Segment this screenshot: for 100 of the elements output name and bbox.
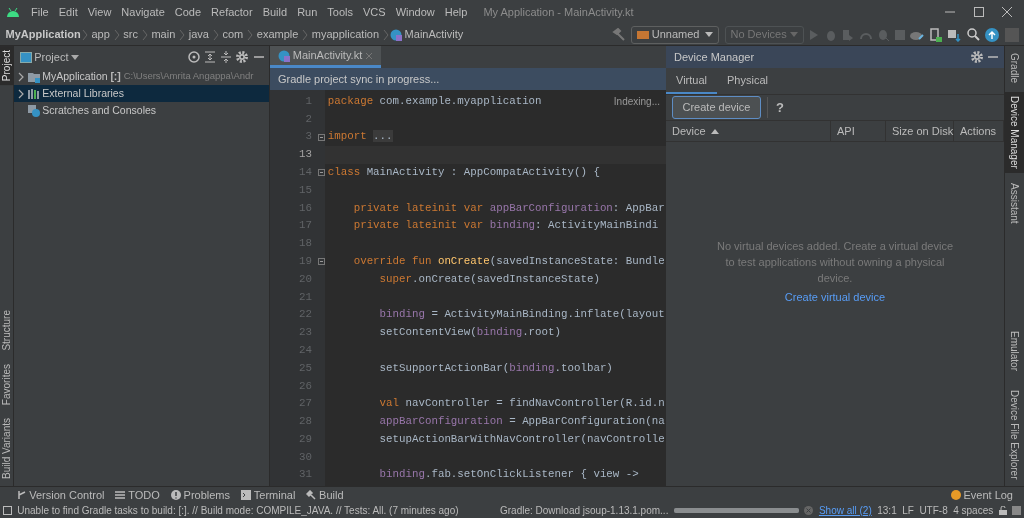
tool-window-button[interactable]: TODO (115, 486, 160, 504)
configuration-dropdown[interactable]: Unnamed (631, 25, 719, 44)
code-line: super.onCreate(savedInstanceState) (378, 271, 600, 287)
panel-title: Device Manager (674, 49, 755, 65)
library-icon (27, 87, 40, 100)
window-title: My Application - MainActivity.kt (483, 4, 634, 20)
breadcrumb-item[interactable]: example (254, 26, 302, 43)
status-label: Indexing... (613, 94, 660, 109)
panel-toggle-icon[interactable] (2, 506, 12, 515)
show-all-link[interactable]: Show all (2) (818, 503, 872, 518)
notification-banner: Gradle project sync in progress... (270, 68, 666, 90)
crosshair-icon[interactable] (187, 51, 200, 63)
tool-window-button[interactable]: Version Control (16, 486, 105, 504)
chevron-icon (246, 28, 254, 41)
folder-icon (27, 70, 40, 83)
tool-window-tab[interactable]: Project (0, 46, 13, 86)
tab[interactable]: Virtual (666, 68, 717, 94)
update-icon[interactable] (985, 27, 999, 42)
menu-item[interactable]: Tools (322, 3, 358, 21)
close-icon[interactable] (1001, 6, 1013, 18)
menu-item[interactable]: Code (169, 3, 207, 21)
hammer-icon (306, 490, 317, 500)
menu-item[interactable]: VCS (358, 3, 391, 21)
event-log-icon (950, 490, 961, 500)
code-line: private lateinit var appBarConfiguration: AppBar (352, 200, 665, 216)
file-encoding[interactable]: UTF-8 (919, 503, 948, 518)
column-header[interactable]: API (831, 121, 886, 141)
code-line: private lateinit var binding: ActivityMainBindi (352, 218, 659, 234)
status-message[interactable]: Unable to find Gradle tasks to build: [:]. // Build mode: COMPILE_JAVA. // Tests: All. (7 minutes ago) (17, 503, 459, 518)
hammer-icon[interactable] (611, 27, 626, 42)
menu-item[interactable]: Build (257, 3, 293, 21)
tool-window-button[interactable]: Build (306, 486, 344, 504)
column-header[interactable]: Size on Disk (886, 121, 954, 141)
fold-icon[interactable] (318, 169, 325, 177)
menu-item[interactable]: Navigate (116, 3, 170, 21)
background-task[interactable]: Gradle: Download jsoup-1.13.1.pom... (500, 503, 669, 518)
menu-item[interactable]: Help (439, 3, 473, 21)
kotlin-class-icon (389, 28, 402, 41)
caret-position[interactable]: 13:1 (877, 503, 897, 518)
menu-item[interactable]: Run (292, 3, 323, 21)
breadcrumb-item[interactable]: src (120, 26, 141, 43)
search-icon[interactable] (966, 28, 980, 41)
create-virtual-device-link[interactable]: Create virtual device (784, 288, 886, 306)
menu-item[interactable]: View (82, 3, 117, 21)
menu-item[interactable]: Edit (53, 3, 83, 21)
breadcrumb-item[interactable]: main (148, 26, 179, 43)
tool-window-button[interactable]: Problems (170, 486, 230, 504)
scratch-clock-icon (27, 104, 40, 117)
file-tab[interactable]: MainActivity.kt (270, 46, 381, 68)
tool-window-tab[interactable]: Device Manager (1005, 92, 1024, 174)
maximize-icon[interactable] (972, 6, 985, 18)
breadcrumb-item[interactable]: MainActivity (401, 26, 467, 43)
chevron-icon (211, 28, 220, 41)
empty-message: No virtual devices added. Create a virtual device to test applications without owning a physical device. (716, 239, 954, 286)
tree-item[interactable]: External Libraries (14, 85, 269, 102)
tool-window-button[interactable]: Terminal (241, 486, 296, 504)
tab[interactable]: Physical (717, 68, 778, 94)
tree-item[interactable]: MyApplication [:] C:\Users\Amrita Angappa\Andr (14, 68, 269, 85)
fold-icon[interactable] (318, 258, 325, 266)
android-logo (6, 7, 20, 17)
line-separator[interactable]: LF (902, 503, 914, 518)
tool-window-tab[interactable]: Device File Explorer (1005, 385, 1024, 484)
event-log-button[interactable]: Event Log (950, 486, 1013, 504)
tool-window-tab[interactable]: Structure (0, 305, 13, 355)
help-button[interactable]: ? (766, 96, 790, 119)
breadcrumb-item[interactable]: MyApplication (5, 26, 81, 43)
settings-icon[interactable] (236, 51, 248, 63)
list-icon (115, 490, 126, 500)
breadcrumb-item[interactable]: java (186, 26, 212, 43)
code-line: class MainActivity : AppCompatActivity() { (327, 164, 600, 180)
code-line: setContentView(binding.root) (378, 325, 562, 341)
panel-icon (19, 51, 32, 63)
create-device-button[interactable]: Create device (671, 96, 762, 119)
view-selector[interactable]: Project (34, 48, 80, 66)
device-download-icon[interactable] (929, 27, 942, 42)
package-download-icon[interactable] (947, 27, 961, 42)
breadcrumb-item[interactable]: com (219, 26, 246, 43)
chevron-icon (112, 28, 121, 41)
tool-window-tab[interactable]: Build Variants (0, 414, 13, 484)
chevron-icon (80, 28, 89, 41)
menu-item[interactable]: Window (390, 3, 440, 21)
collapse-all-icon[interactable] (220, 51, 231, 63)
tool-window-tab[interactable]: Favorites (0, 359, 13, 409)
menu-item[interactable]: File (26, 3, 54, 21)
column-header[interactable]: Device (666, 121, 831, 141)
fold-icon[interactable] (318, 133, 325, 141)
tool-window-tab[interactable]: Emulator (1005, 326, 1024, 375)
warning-icon (170, 490, 181, 500)
tool-window-tab[interactable]: Gradle (1005, 48, 1024, 87)
indent-setting[interactable]: 4 spaces (953, 503, 994, 518)
breadcrumb-item[interactable]: myapplication (309, 26, 382, 43)
settings-icon[interactable] (970, 51, 983, 63)
expand-all-icon[interactable] (205, 51, 215, 63)
tree-item[interactable]: Scratches and Consoles (14, 102, 269, 119)
tool-window-tab[interactable]: Assistant (1005, 178, 1024, 228)
chevron-icon (140, 28, 149, 41)
code-line: package com.example.myapplication (327, 93, 542, 109)
lock-icon[interactable] (998, 506, 1007, 515)
breadcrumb-item[interactable]: app (88, 26, 113, 43)
menu-item[interactable]: Refactor (206, 3, 258, 21)
